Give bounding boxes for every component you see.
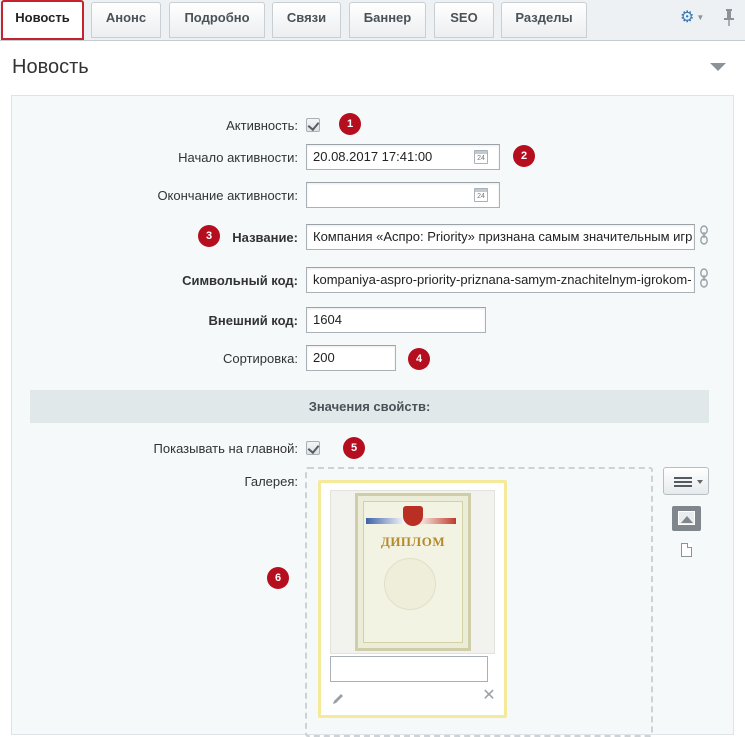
external-code-input[interactable]: 1604 (306, 307, 486, 333)
menu-icon (674, 477, 692, 487)
tab-bar: Новость Анонс Подробно Связи Баннер SEO … (0, 0, 745, 41)
page-title: Новость (12, 56, 89, 78)
gallery-thumbnail[interactable]: ДИПЛОМ (330, 490, 495, 654)
name-input[interactable]: Компания «Аспро: Priority» признана самы… (306, 224, 695, 250)
calendar-icon[interactable]: 24 (474, 188, 488, 202)
calendar-icon[interactable]: 24 (474, 150, 488, 164)
marker-3: 3 (198, 225, 220, 247)
close-icon[interactable]: ✕ (482, 688, 496, 704)
code-label: Символьный код: (182, 273, 298, 288)
chevron-down-icon: ▼ (696, 13, 705, 22)
marker-2: 2 (513, 145, 535, 167)
file-view-icon[interactable] (681, 543, 692, 557)
diploma-title: ДИПЛОМ (380, 534, 446, 549)
tab-news[interactable]: Новость (1, 0, 84, 40)
name-label: Название: (232, 230, 298, 245)
active-label: Активность: (226, 118, 298, 133)
properties-header: Значения свойств: (30, 390, 709, 423)
tab-announce[interactable]: Анонс (91, 2, 161, 38)
link-chain-icon[interactable] (698, 267, 710, 289)
start-date-input[interactable]: 20.08.2017 17:41:00 (306, 144, 500, 170)
marker-6: 6 (267, 567, 289, 589)
sort-input[interactable]: 200 (306, 345, 396, 371)
calendar-day: 24 (477, 155, 485, 162)
end-date-label: Окончание активности: (157, 188, 298, 203)
eagle-watermark (384, 558, 436, 610)
gallery-label: Галерея: (244, 474, 298, 489)
collapse-arrow-icon[interactable] (710, 63, 726, 71)
show-main-checkbox[interactable] (306, 441, 320, 455)
coat-of-arms-icon (403, 506, 423, 526)
tab-links[interactable]: Связи (272, 2, 341, 38)
calendar-day: 24 (477, 193, 485, 200)
tab-details[interactable]: Подробно (169, 2, 265, 38)
tab-banner[interactable]: Баннер (349, 2, 426, 38)
marker-4: 4 (408, 348, 430, 370)
marker-5: 5 (343, 437, 365, 459)
link-chain-icon[interactable] (698, 224, 710, 246)
pencil-icon[interactable] (331, 692, 345, 706)
chevron-down-icon (697, 480, 703, 484)
tab-seo[interactable]: SEO (434, 2, 494, 38)
show-main-label: Показывать на главной: (153, 441, 298, 456)
diploma-image: ДИПЛОМ (355, 493, 471, 651)
sort-label: Сортировка: (223, 351, 298, 366)
image-view-icon[interactable] (672, 506, 701, 531)
external-code-label: Внешний код: (208, 313, 298, 328)
code-input[interactable]: kompaniya-aspro-priority-priznana-samym-… (306, 267, 695, 293)
active-checkbox[interactable] (306, 118, 320, 132)
start-date-label: Начало активности: (178, 150, 298, 165)
tab-sections[interactable]: Разделы (501, 2, 587, 38)
image-description-input[interactable] (330, 656, 488, 682)
end-date-input[interactable] (306, 182, 500, 208)
gear-icon[interactable]: ⚙ ▼ (680, 9, 705, 27)
marker-1: 1 (339, 113, 361, 135)
gallery-menu-button[interactable] (663, 467, 709, 495)
pin-icon[interactable] (721, 8, 737, 28)
